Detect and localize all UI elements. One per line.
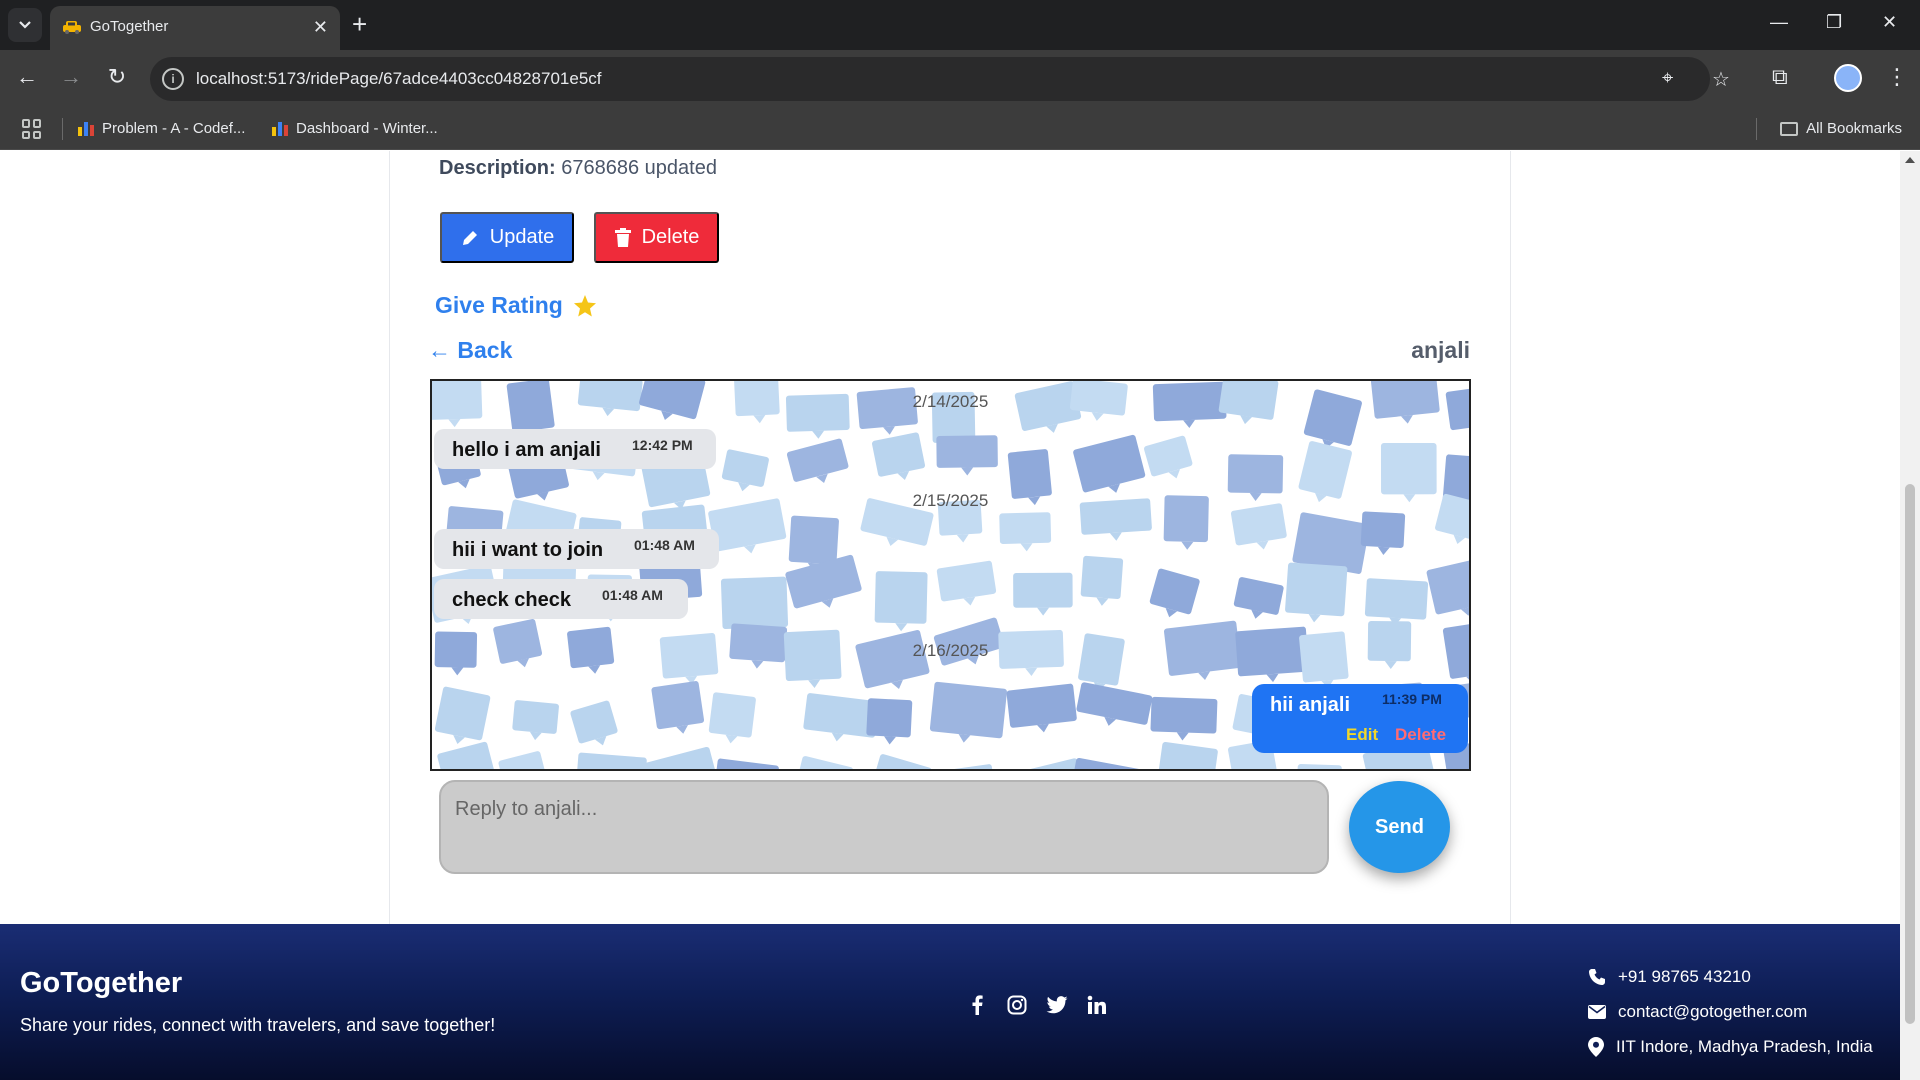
bookmark-label: Dashboard - Winter... — [296, 120, 438, 137]
minimize-icon[interactable]: — — [1770, 12, 1788, 33]
back-link[interactable]: ← Back — [428, 337, 512, 364]
close-window-icon[interactable]: ✕ — [1882, 12, 1897, 33]
all-bookmarks[interactable]: All Bookmarks — [1780, 120, 1902, 137]
date-separator: 2/15/2025 — [912, 491, 989, 510]
footer-email: contact@gotogether.com — [1588, 1002, 1807, 1022]
send-button[interactable]: Send — [1349, 781, 1450, 873]
phone-icon — [1589, 969, 1605, 985]
footer-brand: GoTogether — [20, 967, 183, 999]
description-value: 6768686 updated — [561, 157, 717, 179]
message-outgoing[interactable]: hii anjali 11:39 PM Edit Delete — [1252, 684, 1468, 753]
restore-icon[interactable]: ❐ — [1826, 12, 1842, 33]
message-time: 01:48 AM — [602, 587, 663, 603]
date-separator: 2/14/2025 — [912, 392, 989, 411]
forward-arrow-icon[interactable]: → — [56, 64, 86, 90]
message-text: hii anjali — [1270, 694, 1351, 716]
bookmarks-divider — [1756, 118, 1757, 140]
page-viewport: Description: 6768686 updated Update Dele… — [0, 151, 1900, 1080]
social-links — [966, 994, 1108, 1016]
bookmark-dashboard[interactable]: Dashboard - Winter... — [272, 120, 438, 137]
browser-toolbar: ← → ↻ i localhost:5173/ridePage/67adce44… — [0, 50, 1920, 108]
message-time: 12:42 PM — [632, 437, 693, 453]
chevron-down-icon — [19, 21, 31, 29]
site-info-icon[interactable]: i — [162, 68, 184, 90]
facebook-icon[interactable] — [966, 994, 988, 1016]
extensions-icon[interactable]: ⧉ — [1772, 64, 1788, 90]
email-text: contact@gotogether.com — [1618, 1002, 1808, 1021]
bookmarks-bar: Problem - A - Codef... Dashboard - Winte… — [0, 108, 1920, 150]
profile-avatar[interactable] — [1834, 64, 1862, 92]
pencil-icon — [462, 230, 477, 245]
delete-label: Delete — [641, 226, 700, 248]
address-text: IIT Indore, Madhya Pradesh, India — [1616, 1037, 1873, 1056]
folder-icon — [1780, 121, 1799, 136]
message-incoming[interactable]: check check 01:48 AM — [434, 579, 688, 619]
bookmark-label: Problem - A - Codef... — [102, 120, 246, 137]
reply-input[interactable] — [439, 780, 1329, 874]
message-text: hello i am anjali — [452, 439, 601, 461]
more-menu-icon[interactable]: ⋮ — [1886, 64, 1908, 90]
apps-grid-icon[interactable] — [22, 119, 42, 139]
reload-icon[interactable]: ↻ — [102, 64, 132, 90]
give-rating[interactable]: Give Rating — [435, 292, 597, 319]
site-footer: GoTogether Share your rides, connect wit… — [0, 924, 1900, 1080]
page-scrollbar[interactable] — [1900, 151, 1920, 1080]
new-tab-icon[interactable]: + — [352, 10, 367, 38]
instagram-icon[interactable] — [1006, 994, 1028, 1016]
browser-tabstrip: GoTogether ✕ + — ❐ ✕ — [0, 0, 1920, 50]
star-bookmark-icon[interactable]: ☆ — [1712, 67, 1730, 92]
tab-close-icon[interactable]: ✕ — [313, 16, 328, 38]
address-url[interactable]: localhost:5173/ridePage/67adce4403cc0482… — [196, 69, 602, 89]
codeforces-icon — [78, 121, 94, 136]
message-incoming[interactable]: hii i want to join 01:48 AM — [434, 529, 719, 569]
address-bar[interactable]: i localhost:5173/ridePage/67adce4403cc04… — [150, 57, 1730, 101]
date-separator: 2/16/2025 — [912, 641, 989, 660]
message-text: check check — [452, 589, 571, 611]
scroll-up-arrow-icon[interactable] — [1905, 157, 1915, 163]
envelope-icon — [1588, 1005, 1606, 1019]
star-icon — [573, 294, 596, 316]
chat-window[interactable]: 2/14/2025 hello i am anjali 12:42 PM 2/1… — [430, 379, 1471, 771]
bookmarks-divider — [62, 118, 63, 140]
tab-title: GoTogether — [90, 18, 169, 35]
description-label: Description: — [439, 157, 556, 179]
footer-address: IIT Indore, Madhya Pradesh, India — [1588, 1037, 1873, 1057]
message-time: 11:39 PM — [1382, 691, 1442, 707]
scrollbar-thumb[interactable] — [1905, 484, 1915, 1024]
footer-tagline: Share your rides, connect with travelers… — [20, 1015, 496, 1035]
delete-message-button[interactable]: Delete — [1395, 725, 1446, 745]
message-text: hii i want to join — [452, 539, 604, 561]
browser-tab[interactable]: GoTogether ✕ — [50, 6, 340, 50]
delete-ride-button[interactable]: Delete — [594, 212, 719, 263]
bookmark-codeforces[interactable]: Problem - A - Codef... — [78, 120, 245, 137]
map-pin-icon — [1588, 1037, 1604, 1057]
footer-phone: +91 98765 43210 — [1588, 967, 1751, 987]
tab-search-button[interactable] — [8, 8, 42, 42]
update-button[interactable]: Update — [440, 212, 574, 263]
location-icon[interactable]: ⌖ — [1662, 67, 1673, 90]
car-icon — [63, 21, 81, 34]
message-incoming[interactable]: hello i am anjali 12:42 PM — [434, 429, 716, 469]
edit-message-button[interactable]: Edit — [1346, 725, 1378, 745]
message-time: 01:48 AM — [634, 537, 695, 553]
codeforces-icon — [272, 121, 288, 136]
linkedin-icon[interactable] — [1086, 994, 1108, 1016]
rating-label: Give Rating — [435, 292, 563, 318]
update-label: Update — [489, 226, 555, 248]
back-arrow-icon[interactable]: ← — [12, 64, 42, 90]
ride-description: Description: 6768686 updated — [439, 157, 717, 180]
phone-text: +91 98765 43210 — [1618, 967, 1751, 986]
trash-icon — [614, 227, 631, 247]
twitter-icon[interactable] — [1046, 994, 1068, 1016]
chat-partner-name: anjali — [1411, 337, 1470, 363]
all-bookmarks-label: All Bookmarks — [1806, 120, 1902, 137]
